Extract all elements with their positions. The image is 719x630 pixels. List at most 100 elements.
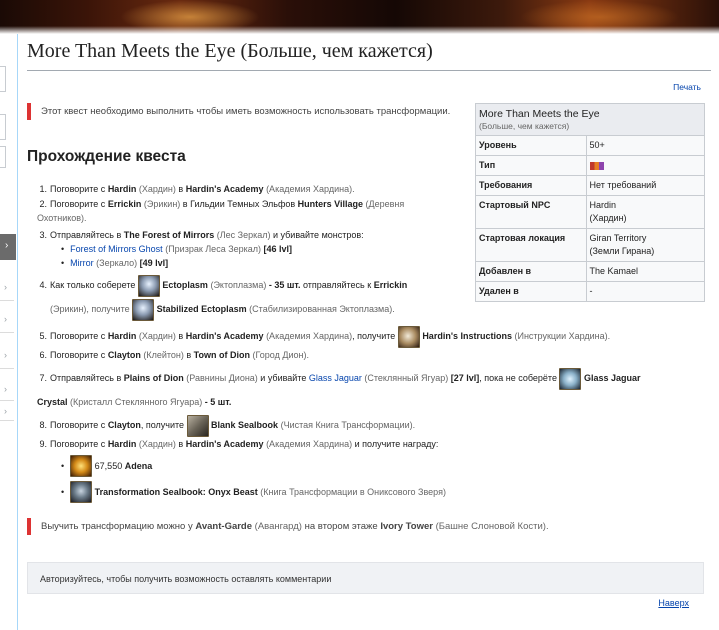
stabilized-ectoplasm-icon[interactable] [132, 298, 155, 321]
step-text: , получите [140, 420, 187, 430]
step-6: 6. Поговорите с Clayton (Клейтон) в Town … [37, 348, 677, 362]
npc-name-ru: (Эрикин), получите [50, 304, 133, 314]
step-number: 4. [39, 280, 47, 290]
step-number: 3. [39, 230, 47, 240]
row-label: Удален в [476, 281, 587, 301]
step-number: 7. [39, 373, 47, 383]
step-text: Отправляйтесь в [50, 230, 124, 240]
monster-link[interactable]: Mirror [70, 258, 94, 268]
left-sidebar: › › › › › › [0, 34, 16, 630]
npc-name: Hardin [107, 331, 137, 341]
item-name-ru: (Кристалл Стеклянного Ягуара) [70, 397, 203, 407]
place-name-ru: (Равнины Диона) [186, 373, 258, 383]
reward-list: 67,550 Adena Transformation Sealbook: On… [61, 453, 677, 505]
monster-link[interactable]: Forest of Mirrors Ghost [70, 244, 163, 254]
step-text: Отправляйтесь в [50, 373, 124, 383]
chevron-right-icon[interactable]: › [4, 314, 7, 324]
step-text: и убивайте [257, 373, 309, 383]
place-name: Town of Dion [193, 350, 250, 360]
banner-fade [0, 26, 719, 34]
infobox-title: More Than Meets the Eye [479, 108, 600, 120]
npc-name: Clayton [107, 420, 141, 430]
step-text: в Гильдии Темных Эльфов [180, 199, 298, 209]
item-name: Glass Jaguar [583, 373, 641, 383]
place-name: The Forest of Mirrors [123, 230, 215, 240]
monster-level: [49 lvl] [139, 258, 169, 268]
step-text: Поговорите с [50, 199, 108, 209]
item-quantity: - 5 шт. [202, 397, 232, 407]
ectoplasm-icon[interactable] [137, 274, 160, 297]
place-name-ru: (Лес Зеркал) [216, 230, 271, 240]
step-text: и получите награду: [352, 438, 439, 449]
place-name: Ivory Tower [380, 521, 433, 532]
row-label: Тип [476, 155, 587, 176]
location-name: Giran Territory [589, 233, 647, 243]
location-name-ru: (Земли Гирана) [589, 246, 655, 256]
npc-name-ru: (Хардин) [138, 438, 176, 449]
hardins-instructions-icon[interactable] [397, 325, 420, 348]
item-name-ru: (Инструкции Хардина). [514, 331, 611, 341]
comment-login-prompt: Авторизуйтесь, чтобы получить возможност… [27, 562, 704, 594]
npc-name-ru: (Хардин) [589, 213, 627, 223]
place-name-ru: (Академия Хардина). [266, 184, 355, 194]
step-number: 9. [39, 438, 47, 449]
row-value: - [589, 286, 593, 296]
reward-amount: 67,550 [94, 460, 123, 471]
item-name-ru: (Стабилизированная Эктоплазма). [249, 304, 395, 314]
place-name-ru: (Город Дион). [252, 350, 309, 360]
chevron-right-icon[interactable]: › [4, 282, 7, 292]
chevron-right-icon[interactable]: › [4, 350, 7, 360]
divider [0, 300, 14, 301]
back-to-top-link[interactable]: Наверх [658, 598, 689, 608]
section-heading: Прохождение квеста [27, 148, 186, 165]
sidebar-button[interactable] [0, 146, 6, 168]
step-text: Поговорите с [50, 420, 108, 430]
blank-sealbook-icon[interactable] [186, 414, 209, 437]
place-name: Hardin's Academy [185, 331, 264, 341]
npc-name-ru: (Хардин) [138, 184, 176, 194]
step-4: 4. Как только соберете Ectoplasm (Эктопла… [37, 273, 457, 321]
row-value [586, 155, 704, 176]
step-9: 9. Поговорите с Hardin (Хардин) в Hardin'… [37, 437, 677, 505]
npc-name: Errickin [107, 199, 142, 209]
step-text: , пока не соберёте [479, 373, 560, 383]
monster-link[interactable]: Glass Jaguar [309, 373, 362, 383]
monster-level: [27 lvl] [450, 373, 480, 383]
print-link[interactable]: Печать [673, 82, 701, 92]
reward-item-ru: (Книга Трансформации в Ониксового Зверя) [260, 486, 446, 497]
step-text: , получите [352, 331, 398, 341]
reward-item: Transformation Sealbook: Onyx Beast [94, 486, 258, 497]
main-content: More Than Meets the Eye (Больше, чем каж… [17, 34, 719, 630]
chevron-right-icon[interactable]: › [4, 384, 7, 394]
sidebar-input[interactable] [0, 114, 6, 140]
place-name-ru: (Башне Слоновой Кости). [435, 521, 549, 532]
place-name-ru: (Академия Хардина) [266, 331, 353, 341]
monster-name-ru: (Стеклянный Ягуар) [364, 373, 449, 383]
onyx-beast-sealbook-icon[interactable] [70, 481, 93, 504]
adena-icon[interactable] [70, 455, 93, 478]
table-row: Добавлен в The Kamael [476, 261, 704, 282]
divider [0, 420, 14, 421]
item-quantity: - 35 шт. [266, 280, 301, 290]
step-number: 1. [39, 184, 47, 194]
chevron-right-icon: › [5, 240, 9, 251]
glass-jaguar-crystal-icon[interactable] [559, 367, 582, 390]
row-label: Стартовый NPC [476, 195, 587, 229]
divider [0, 368, 14, 369]
comment-prompt-text: Авторизуйтесь, чтобы получить возможност… [40, 574, 332, 584]
sidebar-input[interactable] [0, 66, 6, 92]
notice-learn-transform: Выучить трансформацию можно у Avant-Gard… [27, 518, 647, 536]
place-name: Plains of Dion [123, 373, 184, 383]
sidebar-active-item[interactable]: › [0, 234, 16, 260]
step-number: 6. [39, 350, 47, 360]
monster-name-ru: (Призрак Леса Зеркал) [165, 244, 262, 254]
npc-name: Clayton [107, 350, 141, 360]
chevron-right-icon[interactable]: › [4, 406, 7, 416]
row-label: Стартовая локация [476, 228, 587, 262]
npc-name: Hardin [107, 184, 137, 194]
item-name: Stabilized Ectoplasm [156, 304, 247, 314]
row-value: Нет требований [586, 175, 704, 196]
row-label: Уровень [476, 136, 587, 156]
row-value: Hardin (Хардин) [586, 195, 704, 229]
place-name: Hardin's Academy [185, 184, 264, 194]
